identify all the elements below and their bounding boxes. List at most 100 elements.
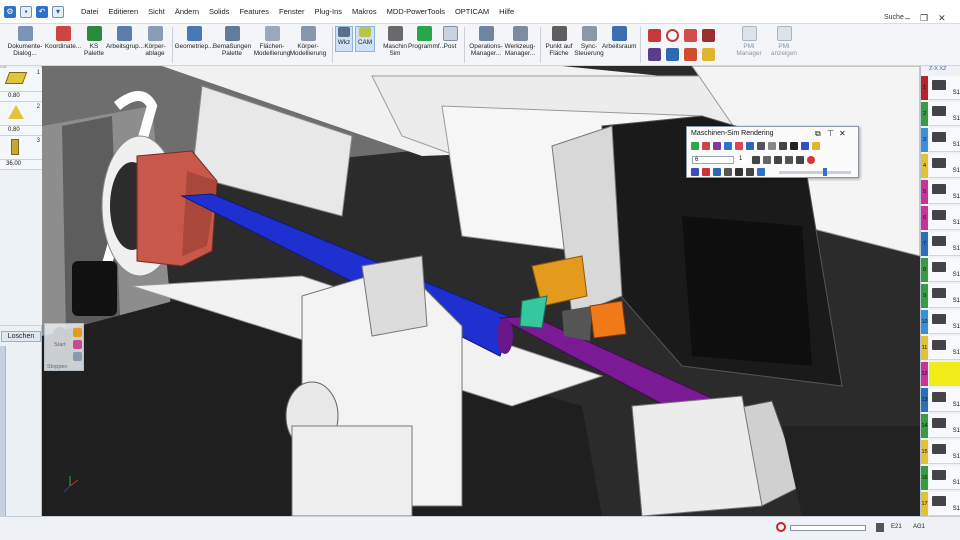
sim-lock-icon[interactable] <box>757 142 765 150</box>
slot-tab[interactable]: 8 <box>921 258 928 282</box>
tool-slot[interactable]: S1 <box>929 414 960 438</box>
insert-row-1[interactable]: 1 <box>0 68 42 92</box>
sim-settings-icon[interactable] <box>73 340 82 349</box>
tool-slot[interactable]: S1 <box>929 492 960 516</box>
post-button[interactable]: Post <box>440 26 460 50</box>
sim-view-3-icon[interactable] <box>713 168 721 176</box>
operations-manager-button[interactable]: Operations- Manager... <box>468 26 504 57</box>
tool-slot[interactable]: S1 <box>929 232 960 256</box>
slot-tab[interactable]: 7 <box>921 232 928 256</box>
slot-tab[interactable]: 13 <box>921 388 928 412</box>
slot-tab[interactable]: 12 <box>921 362 928 386</box>
tool-slot[interactable]: S1 <box>929 466 960 490</box>
menu-plugins[interactable]: Plug-Ins <box>309 7 347 16</box>
drill-icon[interactable] <box>684 48 697 61</box>
slot-tab[interactable]: 14 <box>921 414 928 438</box>
sim-check-icon[interactable] <box>746 142 754 150</box>
save-icon[interactable]: ▪ <box>20 5 32 18</box>
sim-grid-icon[interactable] <box>779 142 787 150</box>
tool-slot[interactable] <box>929 362 960 386</box>
pmi-manager-button[interactable]: PMI Manager <box>732 26 766 57</box>
sim-tool-icon[interactable] <box>724 142 732 150</box>
tool-manager-button[interactable]: Werkzeug- Manager... <box>502 26 538 57</box>
delete-button[interactable]: Loschen <box>1 331 41 342</box>
slot-tab[interactable]: 6 <box>921 206 928 230</box>
minimize-icon[interactable]: – <box>905 13 910 24</box>
sim-eye-icon[interactable] <box>757 168 765 176</box>
menu-mdd-powertools[interactable]: MDD-PowerTools <box>382 7 450 16</box>
sim-options-icon[interactable] <box>73 328 82 337</box>
sync-control-button[interactable]: Sync- Steuerung <box>574 26 604 57</box>
slot-tab[interactable]: 11 <box>921 336 928 360</box>
dock-icon[interactable]: ⧉ <box>815 129 821 139</box>
dimension-palette-button[interactable]: Bemaßungen Palette <box>212 26 252 57</box>
redo-icon[interactable]: ▾ <box>52 5 64 18</box>
solid-storage-button[interactable]: Körper-ablage <box>142 26 168 57</box>
tool-slot[interactable]: S1 <box>929 128 960 152</box>
tool-slot[interactable]: S1 <box>929 310 960 334</box>
workspace-button[interactable]: Arbeitsraum <box>602 26 636 50</box>
stop-status-icon[interactable] <box>776 522 786 532</box>
tool-slot[interactable]: S1 <box>929 102 960 126</box>
slot-tab[interactable]: 16 <box>921 466 928 490</box>
badge-xz[interactable]: XZ <box>939 66 946 72</box>
sim-speed-thumb[interactable] <box>823 168 827 176</box>
menu-makros[interactable]: Makros <box>347 7 382 16</box>
sim-view-1-icon[interactable] <box>691 168 699 176</box>
yellow-tool-icon[interactable] <box>702 48 715 61</box>
menu-features[interactable]: Features <box>234 7 274 16</box>
slot-tab[interactable]: 5 <box>921 180 928 204</box>
tool-slot[interactable]: S1 <box>929 388 960 412</box>
badge-zx[interactable]: Z-X <box>929 66 938 72</box>
tool-slot[interactable]: S1 <box>929 440 960 464</box>
menu-fenster[interactable]: Fenster <box>274 7 309 16</box>
search-label[interactable]: Suche <box>884 14 904 21</box>
sim-holder-icon[interactable] <box>735 142 743 150</box>
blue-tool-icon[interactable] <box>666 48 679 61</box>
sim-speed-field[interactable]: 6 <box>692 156 734 164</box>
rewind-icon[interactable] <box>752 156 760 164</box>
sim-text-icon[interactable] <box>746 168 754 176</box>
maximize-icon[interactable]: ❐ <box>920 13 928 24</box>
sim-run-icon[interactable] <box>691 142 699 150</box>
slot-tab[interactable]: 10 <box>921 310 928 334</box>
slot-tab[interactable]: 3 <box>921 128 928 152</box>
menu-datei[interactable]: Datei <box>76 7 104 16</box>
close-window-icon[interactable]: ✕ <box>938 13 946 24</box>
sim-stock-icon[interactable] <box>702 142 710 150</box>
app-logo-icon[interactable]: ⚙ <box>4 5 16 18</box>
undo-icon[interactable]: ↶ <box>36 5 48 18</box>
tool-slot[interactable]: S1 <box>929 258 960 282</box>
menu-aendern[interactable]: Ändern <box>170 7 204 16</box>
start-icon[interactable] <box>53 327 67 341</box>
dialog-close-icon[interactable]: ✕ <box>839 129 846 138</box>
cs-palette-button[interactable]: KS Palette <box>80 26 108 57</box>
coordinate-button[interactable]: Koordinate... <box>44 26 82 50</box>
stop-sim-icon[interactable] <box>763 156 771 164</box>
menu-opticam[interactable]: OPTICAM <box>450 7 494 16</box>
tool-holder-icon[interactable] <box>702 29 715 42</box>
sim-list-icon[interactable] <box>768 142 776 150</box>
tool-slot[interactable]: S1 <box>929 336 960 360</box>
tool-slot[interactable]: S1 <box>929 284 960 308</box>
machine-sim-button[interactable]: Maschin Sim <box>382 26 408 57</box>
sim-view-4-icon[interactable] <box>724 168 732 176</box>
purple-tool-icon[interactable] <box>648 48 661 61</box>
cam-button[interactable]: CAM <box>355 26 375 52</box>
slot-tab[interactable]: 2 <box>921 102 928 126</box>
insert-row-2[interactable]: 2 <box>0 102 42 126</box>
slot-tab[interactable]: 15 <box>921 440 928 464</box>
stop-icon[interactable] <box>53 350 67 362</box>
trash-icon[interactable] <box>876 523 884 532</box>
sim-part-icon[interactable] <box>713 142 721 150</box>
point-on-surface-button[interactable]: Punkt auf Fläche <box>544 26 574 57</box>
step-back-icon[interactable] <box>774 156 782 164</box>
slot-tab[interactable]: 1 <box>921 76 928 100</box>
tool-slot[interactable]: S1 <box>929 154 960 178</box>
tool-button[interactable]: Wkz <box>335 26 353 52</box>
measure-icon[interactable] <box>684 29 697 42</box>
geometry-palette-button[interactable]: Geometriep... <box>174 26 214 50</box>
surface-modeling-button[interactable]: Flächen- Modellierung <box>252 26 292 57</box>
sim-view-2-icon[interactable] <box>702 168 710 176</box>
sim-speed-slider[interactable] <box>779 168 851 176</box>
